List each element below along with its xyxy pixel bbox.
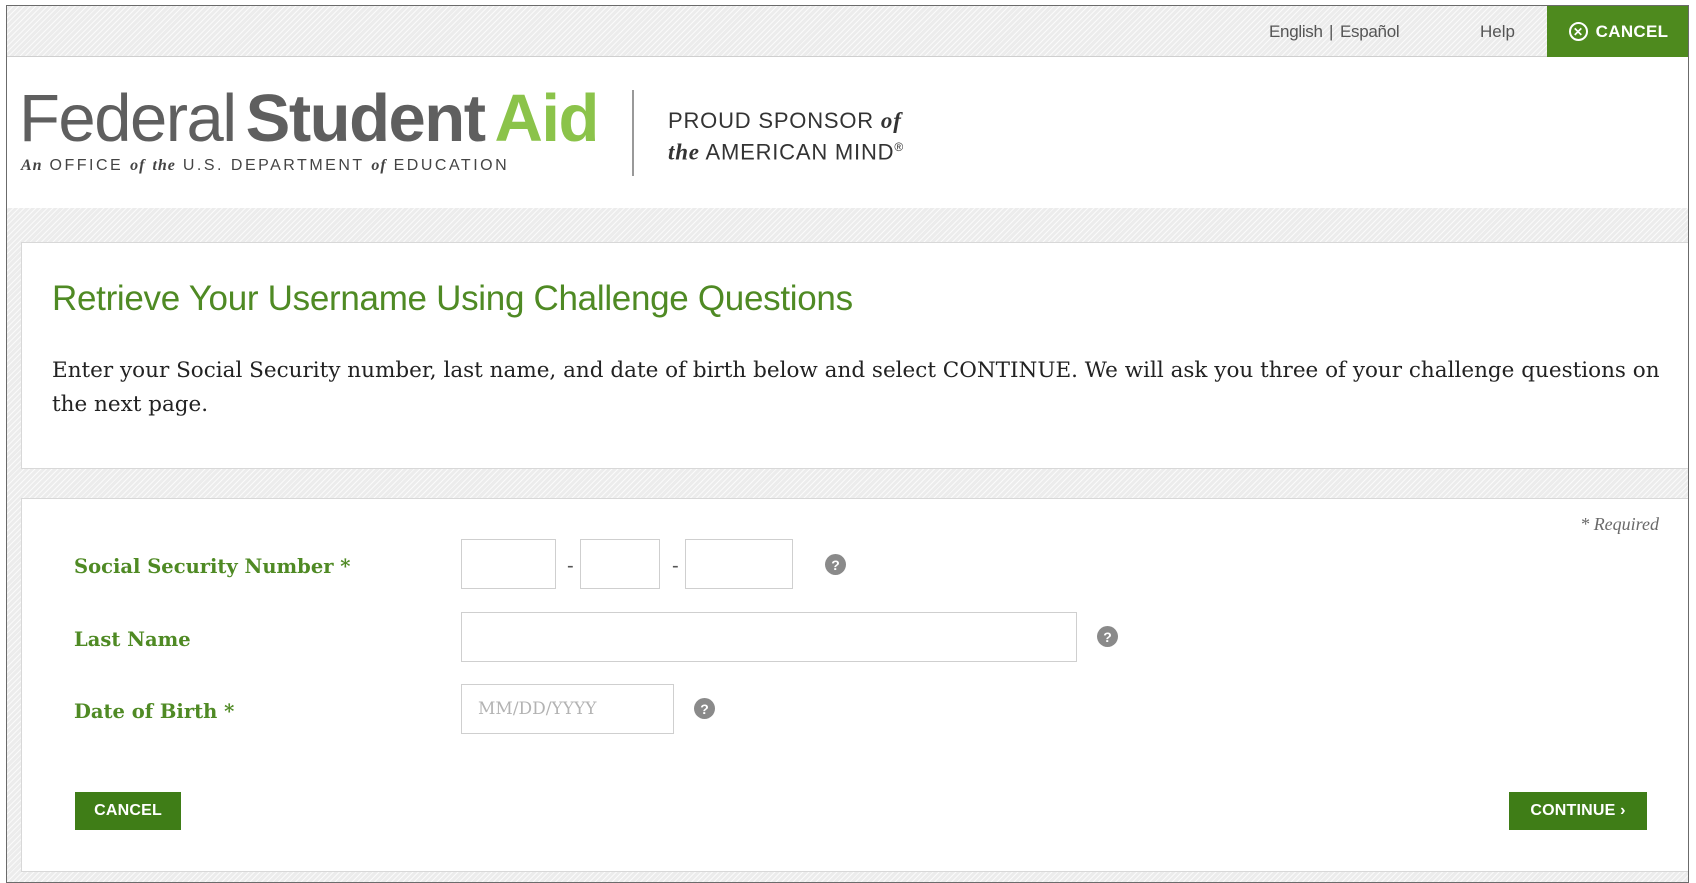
logo-sub-of2: of: [371, 157, 387, 174]
last-name-input[interactable]: [461, 612, 1077, 662]
sponsor-line1a: PROUD SPONSOR: [668, 108, 874, 133]
site-header: Federal Student Aid An OFFICE of the U.S. …: [7, 57, 1688, 208]
close-circle-icon: ✕: [1568, 22, 1588, 41]
sponsor-line2a: the: [668, 139, 700, 165]
required-note: * Required: [1580, 514, 1659, 534]
dob-label: Date of Birth *: [74, 700, 235, 723]
ssn-dash-2: -: [672, 555, 679, 577]
ssn-part1-input[interactable]: [461, 539, 556, 589]
logo-divider: [632, 90, 634, 176]
sponsor-line2b: AMERICAN MIND: [705, 139, 895, 165]
language-separator: |: [1329, 22, 1334, 41]
utility-bar: English | Español Help ✕ CANCEL: [7, 6, 1688, 57]
page-title: Retrieve Your Username Using Challenge Q…: [52, 279, 853, 318]
header-cancel-button[interactable]: ✕ CANCEL: [1547, 6, 1688, 57]
logo-sub-of: of: [130, 157, 146, 174]
federal-student-aid-logo[interactable]: Federal Student Aid: [19, 85, 599, 152]
logo-sub-education: EDUCATION: [393, 157, 510, 174]
language-spanish-link[interactable]: Español: [1340, 22, 1400, 42]
ssn-part3-input[interactable]: [685, 539, 793, 589]
continue-button[interactable]: CONTINUE ›: [1509, 792, 1647, 830]
logo-sub-the: the: [152, 157, 176, 174]
sponsor-tagline: PROUD SPONSOR of the AMERICAN MIND®: [668, 107, 904, 165]
last-name-help-icon[interactable]: ?: [1097, 626, 1118, 647]
logo-word-aid: Aid: [494, 81, 600, 156]
logo-word-student: Student: [245, 81, 486, 156]
logo-sub-office: OFFICE: [49, 157, 124, 174]
intro-card: Retrieve Your Username Using Challenge Q…: [21, 242, 1688, 469]
registered-mark: ®: [894, 140, 905, 154]
ssn-help-icon[interactable]: ?: [825, 554, 846, 575]
dob-input[interactable]: [461, 684, 674, 734]
logo-subtitle: An OFFICE of the U.S. DEPARTMENT of EDUC…: [21, 157, 509, 175]
last-name-label: Last Name: [74, 628, 191, 651]
logo-word-federal: Federal: [19, 81, 237, 156]
form-card: * Required Social Security Number * - - …: [21, 498, 1688, 872]
ssn-part2-input[interactable]: [580, 539, 660, 589]
logo-sub-an: An: [21, 157, 43, 174]
language-english-link[interactable]: English: [1269, 22, 1323, 42]
page-frame: English | Español Help ✕ CANCEL Federal S…: [6, 5, 1689, 883]
logo-sub-dept: U.S. DEPARTMENT: [182, 157, 365, 174]
ssn-label: Social Security Number *: [74, 555, 351, 578]
header-cancel-label: CANCEL: [1595, 21, 1669, 41]
sponsor-line1b: of: [880, 108, 902, 133]
ssn-dash-1: -: [567, 555, 574, 577]
dob-help-icon[interactable]: ?: [694, 698, 715, 719]
cancel-button[interactable]: CANCEL: [75, 792, 181, 830]
help-link[interactable]: Help: [1480, 22, 1515, 42]
page-description: Enter your Social Security number, last …: [52, 358, 1660, 417]
